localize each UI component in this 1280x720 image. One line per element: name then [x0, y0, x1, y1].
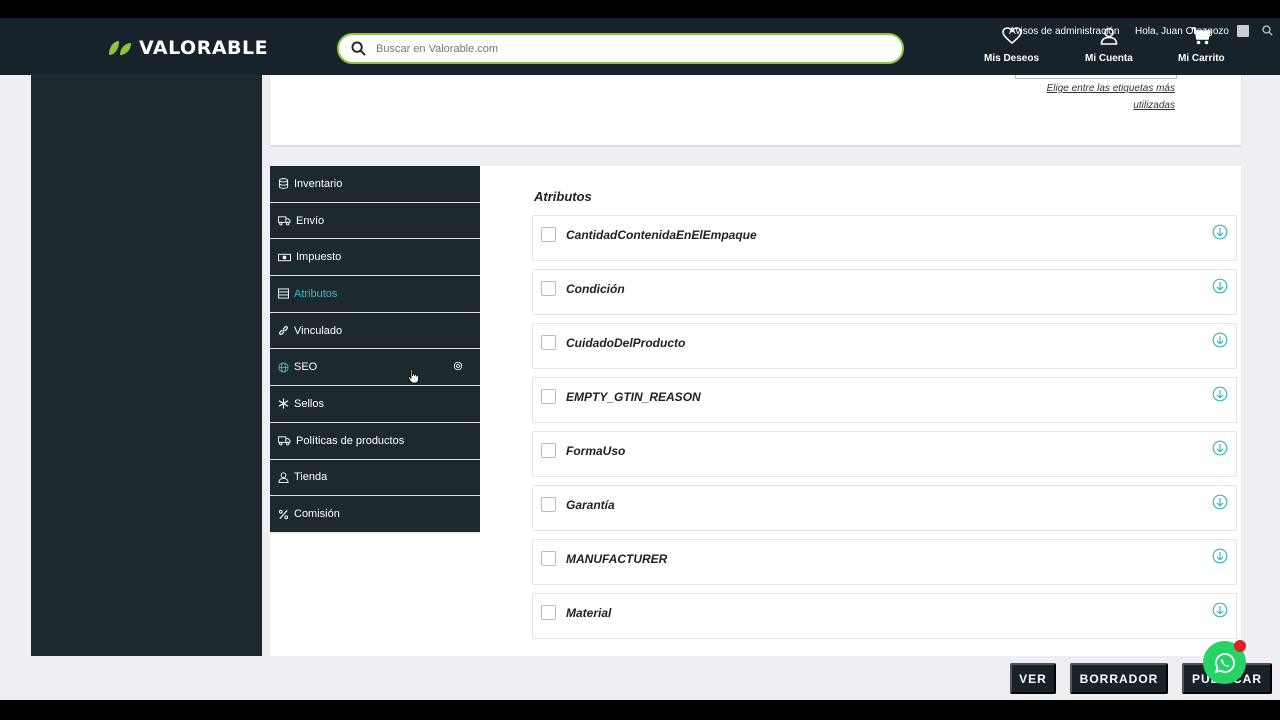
whatsapp-icon — [1214, 652, 1235, 673]
attribute-checkbox[interactable] — [541, 605, 556, 620]
tags-input[interactable] — [1015, 75, 1177, 79]
tab-tienda[interactable]: Tienda — [270, 459, 480, 497]
attribute-row[interactable]: Garantía — [532, 485, 1237, 531]
attribute-label: CuidadoDelProducto — [566, 336, 686, 350]
attribute-label: EMPTY_GTIN_REASON — [566, 390, 701, 404]
tab-label: Tienda — [294, 471, 328, 484]
tab-label: Impuesto — [296, 251, 342, 264]
admin-search-icon[interactable] — [1262, 25, 1273, 36]
tab-impuesto[interactable]: Impuesto — [270, 239, 480, 277]
attribute-checkbox[interactable] — [541, 227, 556, 242]
tags-card: Elige entre las etiquetas más utilizadas — [270, 75, 1241, 145]
expand-arrow-icon[interactable] — [1212, 278, 1228, 294]
tab-envio[interactable]: Envío — [270, 202, 480, 240]
expand-arrow-icon[interactable] — [1212, 440, 1228, 456]
tab-inventario[interactable]: Inventario — [270, 166, 480, 203]
cart-label: Mi Carrito — [1178, 53, 1225, 64]
expand-arrow-icon[interactable] — [1212, 602, 1228, 618]
attribute-row[interactable]: EMPTY_GTIN_REASON — [532, 377, 1237, 423]
left-gutter — [0, 75, 31, 656]
attribute-checkbox[interactable] — [541, 443, 556, 458]
expand-arrow-icon[interactable] — [1212, 548, 1228, 564]
notification-dot — [1234, 640, 1246, 652]
percent-icon — [278, 509, 289, 519]
attribute-checkbox[interactable] — [541, 389, 556, 404]
tab-politicas[interactable]: Políticas de productos — [270, 422, 480, 460]
attribute-label: CantidadContenidaEnElEmpaque — [566, 228, 757, 242]
settings-icon[interactable] — [453, 361, 463, 371]
attribute-label: MANUFACTURER — [566, 552, 668, 566]
product-data-card: Inventario Envío Impuesto Atributos Vinc… — [270, 166, 1241, 656]
tab-vinculado[interactable]: Vinculado — [270, 312, 480, 350]
search-input[interactable] — [376, 42, 856, 55]
hand-cursor-icon — [408, 369, 419, 384]
link-icon — [279, 326, 288, 336]
brand-name: VALORABLE — [139, 37, 269, 59]
product-data-tabs: Inventario Envío Impuesto Atributos Vinc… — [270, 166, 480, 533]
attribute-checkbox[interactable] — [541, 335, 556, 350]
attributes-heading: Atributos — [534, 189, 592, 204]
ver-button[interactable]: VER — [1010, 663, 1056, 694]
bottom-black-bar — [0, 700, 1280, 720]
attribute-label: Garantía — [566, 498, 615, 512]
tab-label: Comisión — [294, 508, 340, 521]
user-icon — [278, 472, 289, 483]
tab-label: SEO — [294, 361, 318, 374]
attribute-row[interactable]: Material — [532, 593, 1237, 639]
attribute-row[interactable]: CantidadContenidaEnElEmpaque — [532, 215, 1237, 261]
attribute-row[interactable]: CuidadoDelProducto — [532, 323, 1237, 369]
money-icon — [278, 253, 291, 261]
site-header: VALORABLE Mis Deseos Avisos de administr… — [0, 18, 1280, 75]
tab-label: Vinculado — [294, 324, 343, 337]
database-icon — [278, 178, 289, 190]
tags-hint-link[interactable]: Elige entre las etiquetas más utilizadas — [1047, 80, 1175, 114]
snowflake-icon — [278, 398, 289, 410]
tab-label: Inventario — [294, 177, 343, 190]
cart-link[interactable]: Mi Carrito — [1178, 27, 1225, 64]
top-black-bar — [0, 0, 1280, 18]
attribute-label: Condición — [566, 282, 625, 296]
attribute-label: Material — [566, 606, 612, 620]
tab-label: Envío — [296, 214, 325, 227]
attribute-label: FormaUso — [566, 444, 626, 458]
search-bar[interactable] — [337, 33, 904, 64]
attribute-checkbox[interactable] — [541, 551, 556, 566]
attributes-list: CantidadContenidaEnElEmpaque Condición C… — [532, 215, 1237, 647]
attribute-row[interactable]: FormaUso — [532, 431, 1237, 477]
tab-comision[interactable]: Comisión — [270, 496, 480, 533]
tab-seo[interactable]: SEO — [270, 349, 480, 387]
app-root: VALORABLE Mis Deseos Avisos de administr… — [0, 0, 1280, 720]
wishlist-label: Mis Deseos — [984, 53, 1040, 64]
expand-arrow-icon[interactable] — [1212, 332, 1228, 348]
avatar[interactable] — [1237, 25, 1249, 37]
tab-label: Sellos — [294, 397, 324, 410]
expand-arrow-icon[interactable] — [1212, 494, 1228, 510]
attribute-row[interactable]: Condición — [532, 269, 1237, 315]
brand-logo[interactable]: VALORABLE — [107, 37, 268, 59]
attribute-checkbox[interactable] — [541, 281, 556, 296]
borrador-button[interactable]: BORRADOR — [1070, 663, 1168, 694]
expand-arrow-icon[interactable] — [1212, 224, 1228, 240]
account-link[interactable]: Mi Cuenta — [1085, 27, 1133, 64]
list-icon — [278, 288, 289, 299]
leaf-logo-icon — [109, 41, 131, 55]
globe-icon — [278, 362, 289, 373]
tags-hint-line2: utilizadas — [1133, 100, 1175, 111]
search-icon — [351, 41, 366, 56]
tab-label: Atributos — [294, 287, 338, 300]
admin-sidebar — [31, 75, 262, 656]
truck-icon — [278, 216, 291, 226]
cart-icon — [1192, 27, 1212, 45]
attribute-checkbox[interactable] — [541, 497, 556, 512]
attribute-row[interactable]: MANUFACTURER — [532, 539, 1237, 585]
tab-label: Políticas de productos — [296, 434, 405, 447]
account-label: Mi Cuenta — [1085, 53, 1133, 64]
expand-arrow-icon[interactable] — [1212, 386, 1228, 402]
policy-icon — [278, 436, 291, 446]
tab-atributos[interactable]: Atributos — [270, 276, 480, 313]
tab-sellos[interactable]: Sellos — [270, 386, 480, 423]
tags-hint-line1: Elige entre las etiquetas más — [1046, 83, 1175, 94]
user-icon — [1100, 27, 1118, 45]
